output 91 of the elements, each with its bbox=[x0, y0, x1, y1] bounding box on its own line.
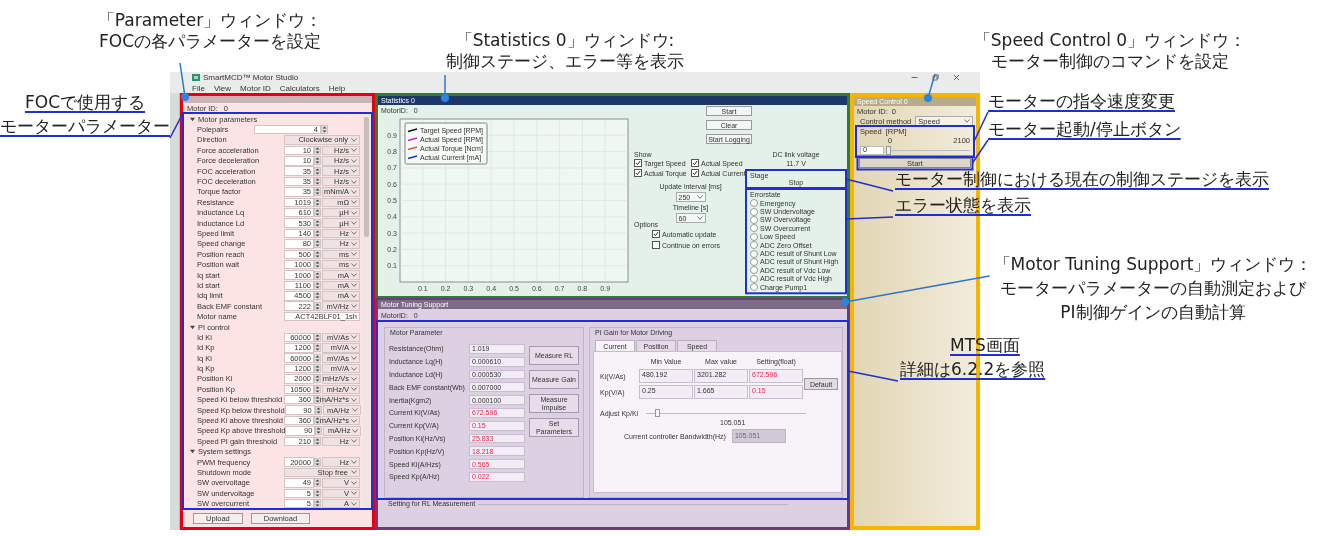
radio-button[interactable] bbox=[750, 199, 758, 208]
callout-text: モーターパラメーター bbox=[0, 115, 170, 138]
spinner-icon[interactable] bbox=[314, 384, 321, 394]
spinner-icon[interactable] bbox=[314, 145, 321, 155]
caret-icon[interactable] bbox=[696, 216, 703, 220]
callout-text: 制御ステージ、エラー等を表示 bbox=[446, 51, 684, 72]
radio-button[interactable] bbox=[750, 283, 758, 292]
caret-icon[interactable] bbox=[696, 195, 703, 199]
menu-item[interactable]: View bbox=[213, 83, 232, 93]
radio-button[interactable] bbox=[750, 215, 758, 224]
callout-text: モーターパラメーターの自動測定および bbox=[1000, 277, 1306, 300]
slider-thumb[interactable] bbox=[655, 409, 661, 417]
callout-text: モーター制御のコマンドを設定 bbox=[991, 51, 1229, 72]
leader-line bbox=[169, 112, 184, 139]
checkbox[interactable] bbox=[690, 159, 699, 167]
spinner-icon[interactable] bbox=[314, 291, 321, 301]
spinner-icon[interactable] bbox=[314, 197, 321, 207]
restore-icon[interactable] bbox=[932, 74, 939, 81]
spinner-icon[interactable] bbox=[314, 436, 321, 446]
radio-button[interactable] bbox=[750, 249, 758, 258]
spinner-icon[interactable] bbox=[314, 374, 321, 384]
marker-dot bbox=[181, 93, 189, 101]
minimize-icon[interactable] bbox=[911, 74, 918, 81]
slider-thumb[interactable] bbox=[886, 146, 891, 155]
leader-line bbox=[847, 370, 899, 382]
radio-button[interactable] bbox=[750, 241, 758, 250]
leader-line bbox=[845, 178, 894, 192]
app-icon bbox=[192, 74, 200, 81]
spinner-icon[interactable] bbox=[314, 218, 321, 228]
spinner-icon[interactable] bbox=[314, 260, 321, 270]
callout-heading: 「Statistics 0」ウィンドウ: bbox=[455, 30, 675, 51]
spinner-icon[interactable] bbox=[314, 353, 321, 363]
spinner-icon[interactable] bbox=[314, 457, 321, 467]
callout-text: PI制御ゲインの自動計算 bbox=[1060, 301, 1246, 324]
spinner-icon[interactable] bbox=[314, 166, 321, 176]
caret-icon[interactable] bbox=[964, 119, 970, 123]
slider-track[interactable] bbox=[646, 409, 807, 417]
spinner-icon[interactable] bbox=[314, 229, 321, 238]
callout-text: FOCで使用する bbox=[25, 91, 145, 114]
radio-button[interactable] bbox=[750, 224, 758, 233]
menu-item[interactable]: File bbox=[192, 83, 205, 93]
expander-icon[interactable] bbox=[190, 116, 195, 122]
checkbox[interactable] bbox=[690, 169, 699, 177]
spinner-icon[interactable] bbox=[314, 301, 321, 311]
marker-dot bbox=[441, 94, 449, 102]
spinner-icon[interactable] bbox=[314, 499, 321, 509]
leader-line bbox=[973, 111, 989, 143]
spinner-icon[interactable] bbox=[314, 156, 321, 166]
window-title: SmartMCD™ Motor Studio bbox=[203, 73, 299, 82]
spinner-icon[interactable] bbox=[314, 478, 321, 488]
scrollbar[interactable] bbox=[363, 114, 370, 509]
leader-line bbox=[971, 139, 989, 164]
spinner-icon[interactable] bbox=[314, 270, 321, 280]
callout-text: モーター起動/停止ボタン bbox=[988, 118, 1181, 140]
checkbox[interactable] bbox=[652, 230, 660, 238]
callout-heading: 「Speed Control 0」ウィンドウ： bbox=[973, 30, 1247, 51]
menu-item[interactable]: Help bbox=[328, 83, 346, 93]
checkbox[interactable] bbox=[634, 169, 642, 177]
spinner-icon[interactable] bbox=[314, 405, 322, 415]
spinner-icon[interactable] bbox=[314, 416, 321, 425]
slider-track[interactable] bbox=[886, 146, 970, 155]
spinner-icon[interactable] bbox=[314, 332, 321, 342]
radio-button[interactable] bbox=[750, 266, 758, 275]
expander-icon[interactable] bbox=[190, 324, 195, 330]
radio-button[interactable] bbox=[750, 232, 758, 241]
expander-icon[interactable] bbox=[190, 449, 195, 455]
callout-text: モーターの指令速度変更 bbox=[988, 90, 1175, 112]
radio-button[interactable] bbox=[750, 274, 758, 283]
close-icon[interactable] bbox=[953, 74, 960, 81]
leader-line bbox=[845, 216, 894, 220]
spinner-icon[interactable] bbox=[314, 239, 321, 249]
menu-item[interactable]: Motor ID bbox=[240, 83, 271, 93]
check-mark-icon bbox=[653, 231, 659, 237]
spinner-icon[interactable] bbox=[314, 187, 321, 197]
spinner-icon[interactable] bbox=[314, 488, 321, 498]
marker-dot bbox=[841, 298, 849, 306]
menu-item[interactable]: Calculators bbox=[279, 83, 320, 93]
checkbox[interactable] bbox=[634, 159, 642, 167]
spinner-icon[interactable] bbox=[314, 343, 321, 353]
radio-button[interactable] bbox=[750, 257, 758, 266]
spinner-icon[interactable] bbox=[314, 208, 321, 218]
radio-button[interactable] bbox=[750, 207, 758, 216]
callout-heading: 「Motor Tuning Support」ウィンドウ： bbox=[993, 253, 1313, 276]
marker-dot bbox=[924, 94, 932, 102]
spinner-icon[interactable] bbox=[315, 426, 323, 436]
checkbox[interactable] bbox=[652, 241, 660, 249]
callout-text: FOCの各パラメーターを設定 bbox=[99, 31, 321, 52]
callout-heading: 「Parameter」ウィンドウ： bbox=[97, 10, 323, 31]
spinner-icon[interactable] bbox=[314, 395, 321, 405]
spinner-icon[interactable] bbox=[321, 125, 328, 135]
spinner-icon[interactable] bbox=[314, 249, 321, 259]
